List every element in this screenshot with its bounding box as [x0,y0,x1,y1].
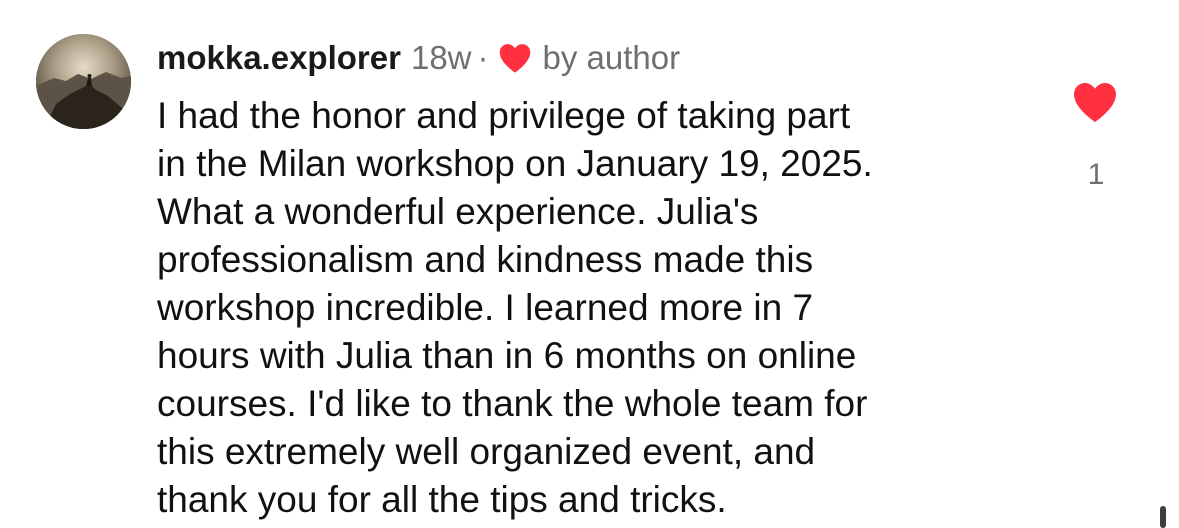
liked-by-author-label: by author [542,39,681,76]
comment-body-line: this extremely well organized event, and [157,431,816,472]
comment-item: mokka.explorer 18w · by author I had the… [0,0,1179,528]
comment-body-line: workshop incredible. I learned more in 7 [157,287,814,328]
scrollbar[interactable] [1160,506,1166,528]
avatar[interactable] [36,34,131,129]
separator-dot: · [477,39,489,76]
heart-icon [1074,83,1116,122]
comment-body: I had the honor and privilege of taking … [157,92,1037,524]
avatar-image [36,34,131,129]
comment-body-line: in the Milan workshop on January 19, 202… [157,143,873,184]
comment-body-line: hours with Julia than in 6 months on onl… [157,335,857,376]
comment-body-line: professionalism and kindness made this [157,239,814,280]
comment-body-line: I had the honor and privilege of taking … [157,95,851,136]
like-count[interactable]: 1 [1076,158,1116,192]
comment-header: mokka.explorer 18w · by author [157,36,680,80]
username-link[interactable]: mokka.explorer [157,39,401,77]
comment-body-line: thank you for all the tips and tricks. [157,479,727,520]
comment-body-line: courses. I'd like to thank the whole tea… [157,383,868,424]
comment-body-line: What a wonderful experience. Julia's [157,191,759,232]
comment-timestamp: 18w [410,39,472,76]
like-button[interactable] [1071,80,1119,124]
heart-icon [497,42,533,74]
